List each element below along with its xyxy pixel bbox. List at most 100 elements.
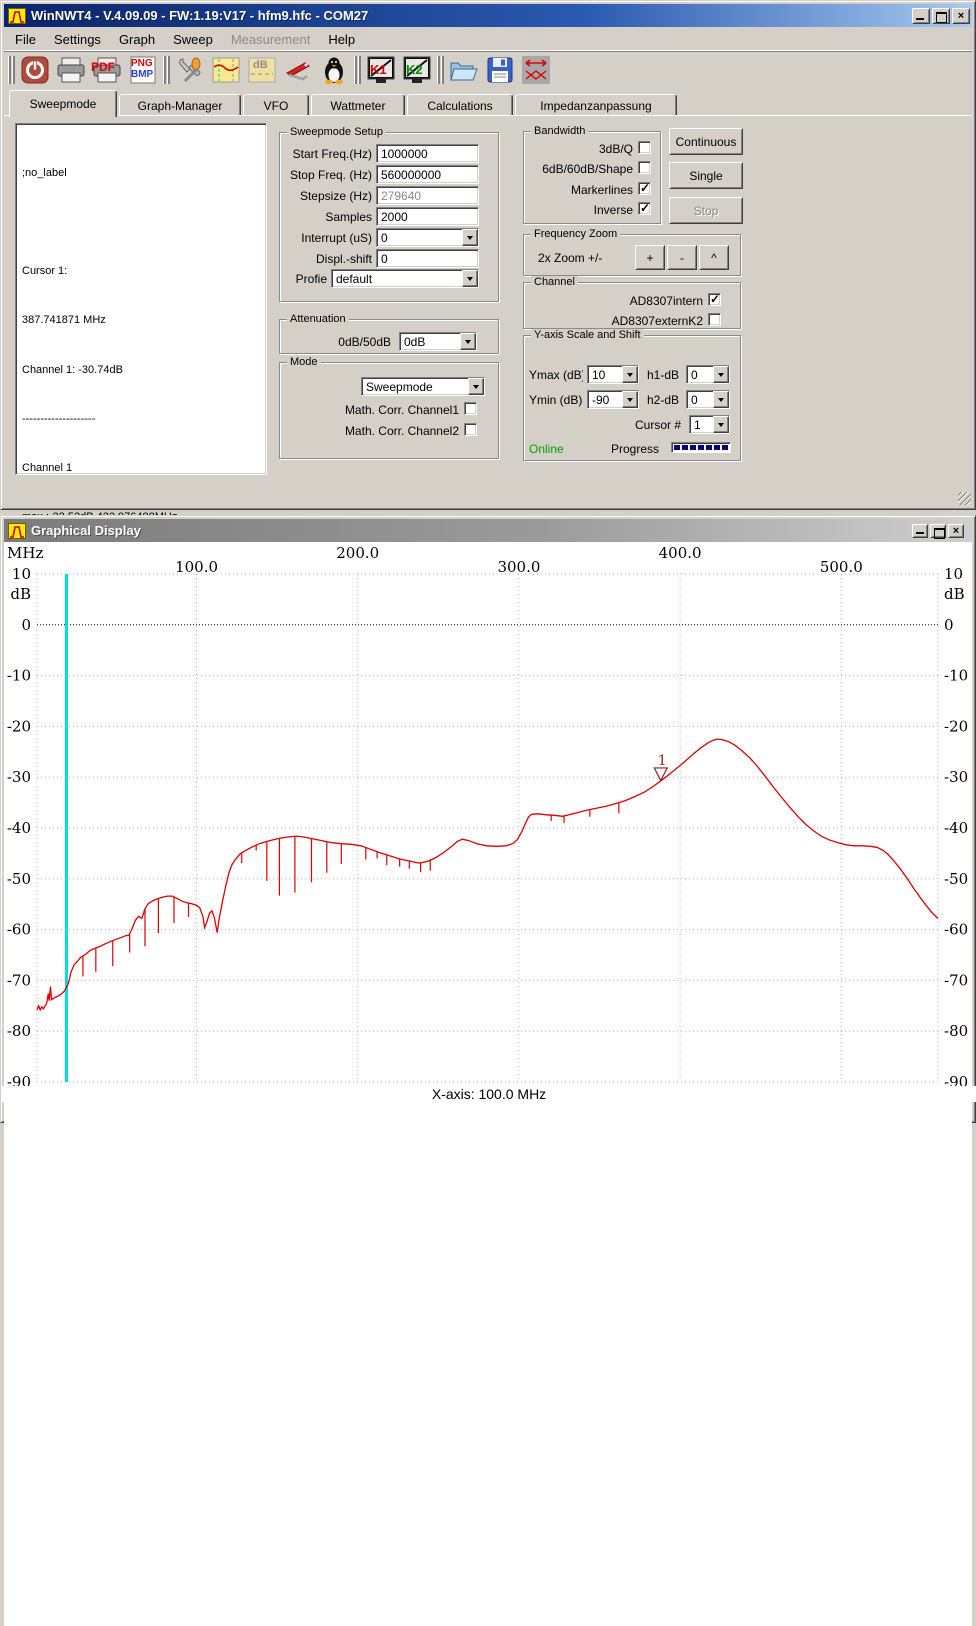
minimize-button[interactable] [912, 8, 930, 24]
svg-text:MHz: MHz [7, 544, 43, 562]
chevron-down-icon[interactable] [713, 366, 729, 383]
svg-text:10: 10 [12, 565, 31, 583]
power-icon[interactable] [18, 54, 52, 86]
zoom-in-button[interactable]: + [635, 245, 665, 270]
db-label: dB [253, 59, 268, 71]
info-line: Cursor 1: [22, 263, 260, 279]
minimize-button[interactable] [912, 524, 928, 538]
toolbar-grip[interactable] [354, 56, 361, 84]
inverse-label: Inverse [594, 203, 633, 217]
inverse-checkbox[interactable] [638, 202, 651, 215]
print-icon[interactable] [54, 54, 88, 86]
bw-6db-checkbox[interactable] [638, 161, 651, 174]
markerlines-checkbox[interactable] [638, 182, 651, 195]
ymin-select[interactable]: -90 [587, 390, 639, 409]
toolbar-grip[interactable] [8, 56, 15, 84]
cursor-info-panel[interactable]: ;no_label Cursor 1: 387.741871 MHz Chann… [15, 123, 267, 475]
bmp-label: BMP [131, 69, 153, 80]
stop-freq-input[interactable]: 560000000 [376, 165, 479, 184]
ad8307intern-checkbox[interactable] [708, 293, 721, 306]
math-corr2-checkbox[interactable] [464, 423, 477, 436]
svg-text:dB: dB [944, 585, 965, 603]
toolbar-grip[interactable] [437, 56, 444, 84]
continuous-button[interactable]: Continuous [669, 128, 743, 155]
toolbar: PDF PNG BMP dB K1 K2 [4, 50, 972, 89]
chevron-down-icon[interactable] [713, 416, 729, 433]
zoom-out-button[interactable]: - [667, 245, 697, 270]
db-shift-icon[interactable]: dB [245, 54, 279, 86]
svg-text:0: 0 [21, 616, 31, 634]
attenuation-value: 0dB [404, 335, 459, 349]
group-title: Bandwidth [531, 125, 588, 137]
print-pdf-icon[interactable]: PDF [90, 54, 124, 86]
ymax-select[interactable]: 10 [587, 365, 639, 384]
menu-graph[interactable]: Graph [110, 30, 164, 49]
tab-impedanzanpassung[interactable]: Impedanzanpassung [515, 94, 677, 117]
tab-calculations[interactable]: Calculations [407, 94, 513, 117]
svg-text:-20: -20 [944, 717, 968, 735]
close-button[interactable]: × [952, 8, 970, 24]
interrupt-select[interactable]: 0 [376, 228, 479, 247]
stop-button: Stop [669, 197, 743, 224]
h1-value: 0 [691, 368, 712, 382]
k2-label: K2 [406, 62, 423, 77]
k2-channel-icon[interactable]: K2 [400, 54, 434, 86]
tab-vfo[interactable]: VFO [243, 94, 309, 117]
mode-select[interactable]: Sweepmode [361, 377, 485, 396]
main-titlebar[interactable]: WinNWT4 - V.4.09.09 - FW:1.19:V17 - hfm9… [4, 4, 972, 27]
tab-sweepmode[interactable]: Sweepmode [9, 90, 117, 117]
profile-select[interactable]: default [331, 269, 479, 288]
chevron-down-icon[interactable] [462, 229, 478, 246]
cursor-number-select[interactable]: 1 [689, 415, 730, 434]
svg-text:0: 0 [944, 616, 954, 634]
save-file-icon[interactable] [483, 54, 517, 86]
toolbar-grip[interactable] [163, 56, 170, 84]
start-freq-input[interactable]: 1000000 [376, 144, 479, 163]
ad8307extern-checkbox[interactable] [708, 313, 721, 326]
sweep-limits-icon[interactable] [519, 54, 553, 86]
zoom-reset-button[interactable]: ^ [699, 245, 729, 270]
export-image-icon[interactable]: PNG BMP [126, 54, 160, 86]
attenuation-select[interactable]: 0dB [399, 332, 477, 351]
menu-settings[interactable]: Settings [45, 30, 110, 49]
sweep-chart[interactable]: 101000-10-10-20-20-30-30-40-40-50-50-60-… [1, 542, 976, 1102]
resize-grip[interactable] [958, 492, 971, 505]
menu-sweep[interactable]: Sweep [164, 30, 222, 49]
settings-icon[interactable] [173, 54, 207, 86]
math-corr1-checkbox[interactable] [464, 402, 477, 415]
maximize-button[interactable] [930, 524, 946, 538]
chevron-down-icon[interactable] [468, 378, 484, 395]
menu-help[interactable]: Help [319, 30, 364, 49]
h2-select[interactable]: 0 [686, 390, 730, 409]
maximize-button[interactable] [932, 8, 950, 24]
chevron-down-icon[interactable] [622, 366, 638, 383]
h1-select[interactable]: 0 [686, 365, 730, 384]
graph-settings-icon[interactable] [209, 54, 243, 86]
bw-3db-checkbox[interactable] [638, 141, 651, 154]
chevron-down-icon[interactable] [713, 391, 729, 408]
graph-window: Graphical Display × 101000-10-10-20-20-3… [0, 515, 976, 1123]
start-freq-label: Start Freq.(Hz) [293, 147, 372, 161]
displ-shift-input[interactable]: 0 [376, 249, 479, 268]
graph-titlebar[interactable]: Graphical Display × [4, 519, 972, 542]
samples-input[interactable]: 2000 [376, 207, 479, 226]
graph-window-title: Graphical Display [31, 523, 912, 538]
tab-graph-manager[interactable]: Graph-Manager [119, 94, 241, 117]
menu-file[interactable]: File [6, 30, 45, 49]
menu-measurement: Measurement [222, 30, 319, 49]
progress-label: Progress [611, 442, 659, 456]
info-line: Channel 1 [22, 460, 260, 476]
chevron-down-icon[interactable] [622, 391, 638, 408]
interrupt-value: 0 [381, 231, 461, 245]
k1-label: K1 [370, 62, 387, 77]
chevron-down-icon[interactable] [462, 270, 478, 287]
close-button[interactable]: × [948, 524, 964, 538]
single-button[interactable]: Single [669, 162, 743, 189]
tools-icon[interactable] [281, 54, 315, 86]
linux-icon[interactable] [317, 54, 351, 86]
chevron-down-icon[interactable] [460, 333, 476, 350]
tab-wattmeter[interactable]: Wattmeter [311, 94, 405, 117]
svg-text:200.0: 200.0 [336, 544, 379, 562]
k1-channel-icon[interactable]: K1 [364, 54, 398, 86]
open-file-icon[interactable] [447, 54, 481, 86]
